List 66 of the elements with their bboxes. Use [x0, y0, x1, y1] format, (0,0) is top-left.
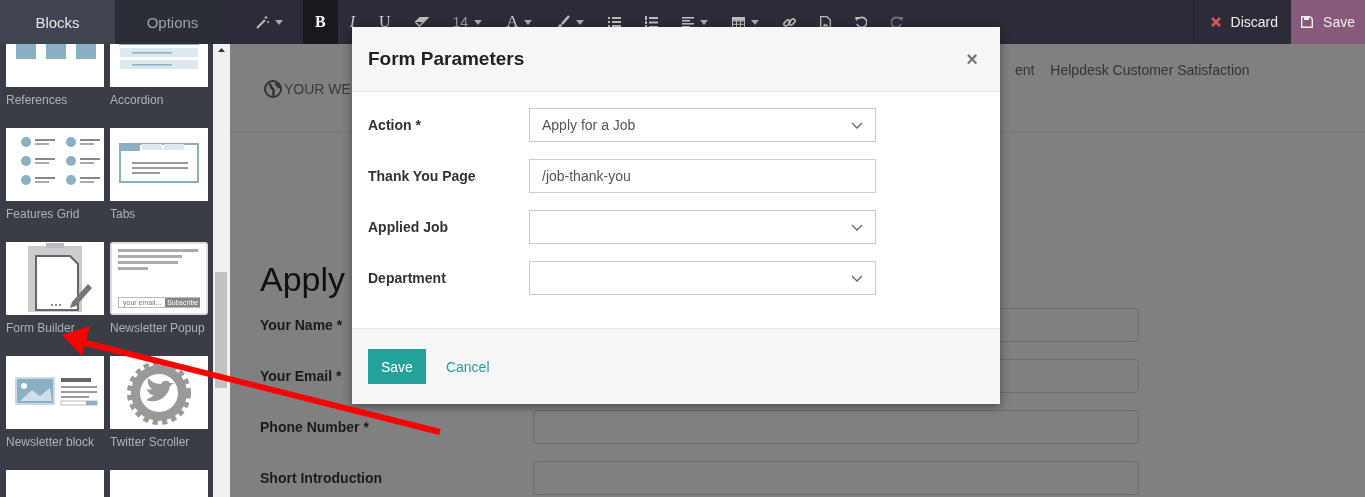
image-file-icon [820, 15, 832, 29]
toolbar-button[interactable]: I [337, 0, 367, 44]
redo-icon [891, 16, 904, 28]
caret-icon [524, 19, 533, 25]
scroll-up-icon[interactable] [218, 48, 225, 52]
eraser-icon [414, 17, 429, 27]
bullet-list-icon [608, 16, 622, 28]
paintbrush-icon [556, 15, 571, 29]
toolbar-button[interactable]: 14 [440, 0, 495, 44]
save-button[interactable]: Save [368, 349, 426, 384]
field-label: Short Introduction [260, 469, 384, 486]
save-button[interactable]: Save [1291, 0, 1365, 44]
nav-link[interactable]: ent [1014, 62, 1035, 78]
block-label[interactable]: Accordion [110, 93, 208, 107]
tabs-icon [119, 143, 199, 183]
toolbar-button[interactable]: U [367, 0, 403, 44]
image-grid-icon [16, 44, 96, 59]
block-label[interactable]: Form Builder [6, 321, 104, 335]
sidebar-tab[interactable]: Options [115, 0, 230, 44]
scrollbar-thumb[interactable] [215, 272, 227, 388]
input-field[interactable] [533, 409, 1139, 444]
input-field[interactable]: /job-thank-you [529, 159, 876, 193]
magic-wand-icon [256, 15, 269, 29]
link-icon [783, 15, 797, 29]
select-field[interactable] [529, 261, 876, 295]
sidebar-tab[interactable]: Blocks [0, 0, 115, 44]
field-label: Phone Number * [260, 418, 370, 435]
field-label: Your Name * [260, 316, 344, 333]
field-label: Department [368, 269, 447, 288]
field-label: Thank You Page [368, 167, 477, 186]
align-left-icon [682, 16, 695, 28]
feature-list-icon [21, 137, 100, 185]
block-label[interactable]: Features Grid [6, 207, 104, 221]
toolbar-button[interactable]: A [494, 0, 545, 44]
close-icon [1210, 17, 1221, 27]
globe-icon [264, 80, 282, 98]
caret-icon [474, 19, 483, 25]
caret-icon [751, 19, 760, 25]
scrollbar[interactable] [213, 44, 230, 497]
undo-icon [855, 16, 868, 28]
page-heading: Apply [260, 259, 346, 299]
block-label[interactable]: Newsletter Popup [110, 321, 208, 335]
chevron-down-icon [851, 274, 863, 282]
block-label[interactable]: Twitter Scroller [110, 435, 208, 449]
field-label: Applied Job [368, 218, 450, 237]
block-label[interactable]: Newsletter block [6, 435, 104, 449]
caret-icon [700, 19, 709, 25]
site-logo-text[interactable]: YOUR WE [284, 81, 351, 97]
nav-link[interactable]: Helpdesk Customer Satisfaction [1050, 62, 1250, 78]
table-icon [732, 16, 746, 28]
chevron-down-icon [851, 121, 863, 129]
chevron-down-icon [851, 223, 863, 231]
gear-bird-icon [127, 361, 191, 425]
accordion-icon [119, 44, 199, 69]
block-label[interactable]: Tabs [110, 207, 208, 221]
dialog-title: Form Parameters [368, 48, 526, 70]
select-field[interactable]: Apply for a Job [529, 108, 876, 142]
cancel-link[interactable]: Cancel [445, 358, 490, 375]
block-label[interactable]: References [6, 93, 104, 107]
field-label: Action * [368, 116, 422, 135]
close-button[interactable]: × [960, 47, 984, 71]
caret-icon [576, 19, 585, 25]
toolbar-button[interactable]: B [303, 0, 338, 44]
select-field[interactable] [529, 210, 876, 244]
caret-icon [275, 19, 283, 25]
image-with-text-icon [15, 377, 98, 406]
